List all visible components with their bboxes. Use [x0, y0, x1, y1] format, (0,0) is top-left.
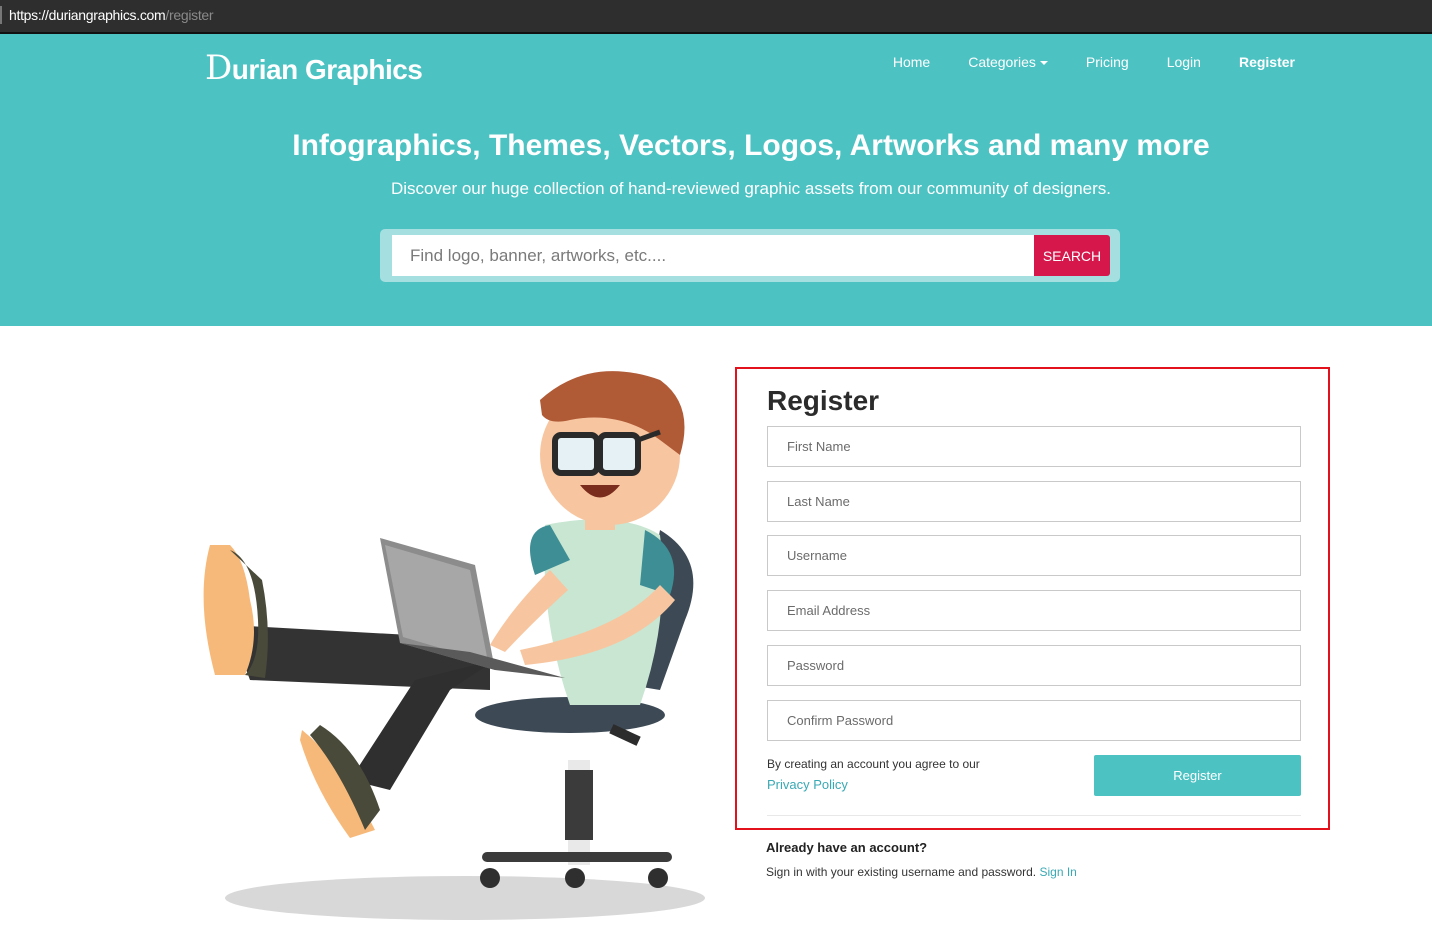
nav-register[interactable]: Register — [1239, 54, 1295, 70]
logo-wordmark: urian Graphics — [231, 54, 423, 85]
divider — [767, 815, 1301, 816]
register-form: Register By creating an account you agre… — [735, 367, 1330, 830]
logo-initial: D — [205, 48, 232, 88]
search-button[interactable]: SEARCH — [1034, 235, 1110, 276]
nav-categories[interactable]: Categories — [968, 54, 1048, 70]
developer-illustration — [203, 371, 705, 920]
confirm-password-field[interactable] — [767, 700, 1301, 741]
caret-down-icon — [1039, 61, 1048, 66]
hero-subline: Discover our huge collection of hand-rev… — [390, 179, 1111, 198]
url-host: https://duriangraphics.com — [9, 7, 166, 23]
browser-address-bar[interactable]: https://duriangraphics.com/register — [0, 0, 1432, 34]
search-input[interactable] — [392, 235, 1034, 276]
url-text[interactable]: https://duriangraphics.com/register — [9, 7, 214, 23]
floor-shadow — [225, 876, 705, 920]
sign-in-link[interactable]: Sign In — [1039, 865, 1076, 879]
password-field[interactable] — [767, 645, 1301, 686]
nav-home[interactable]: Home — [893, 54, 930, 70]
nav-pricing[interactable]: Pricing — [1086, 54, 1129, 70]
nav-login[interactable]: Login — [1167, 54, 1201, 70]
last-name-field[interactable] — [767, 481, 1301, 522]
terms-text: By creating an account you agree to our — [767, 757, 980, 771]
shoe-left — [203, 545, 254, 675]
register-button[interactable]: Register — [1094, 755, 1301, 796]
signin-prompt: Sign in with your existing username and … — [766, 865, 1077, 879]
search-bar: SEARCH — [380, 229, 1120, 282]
privacy-policy-link[interactable]: Privacy Policy — [767, 777, 848, 792]
nav-categories-label: Categories — [968, 54, 1036, 70]
address-bar-cursor — [0, 6, 2, 24]
hero-section: Durian Graphics Home Categories Pricing … — [0, 34, 1432, 326]
hero-headline: Infographics, Themes, Vectors, Logos, Ar… — [292, 129, 1210, 162]
main-nav: Home Categories Pricing Login Register — [855, 54, 1295, 70]
first-name-field[interactable] — [767, 426, 1301, 467]
url-path: /register — [165, 7, 214, 23]
signin-prompt-text: Sign in with your existing username and … — [766, 865, 1037, 879]
glasses — [552, 432, 600, 476]
register-title: Register — [767, 385, 880, 416]
email-field[interactable] — [767, 590, 1301, 631]
site-logo[interactable]: Durian Graphics — [205, 48, 423, 88]
username-field[interactable] — [767, 535, 1301, 576]
already-have-account-heading: Already have an account? — [766, 840, 928, 855]
